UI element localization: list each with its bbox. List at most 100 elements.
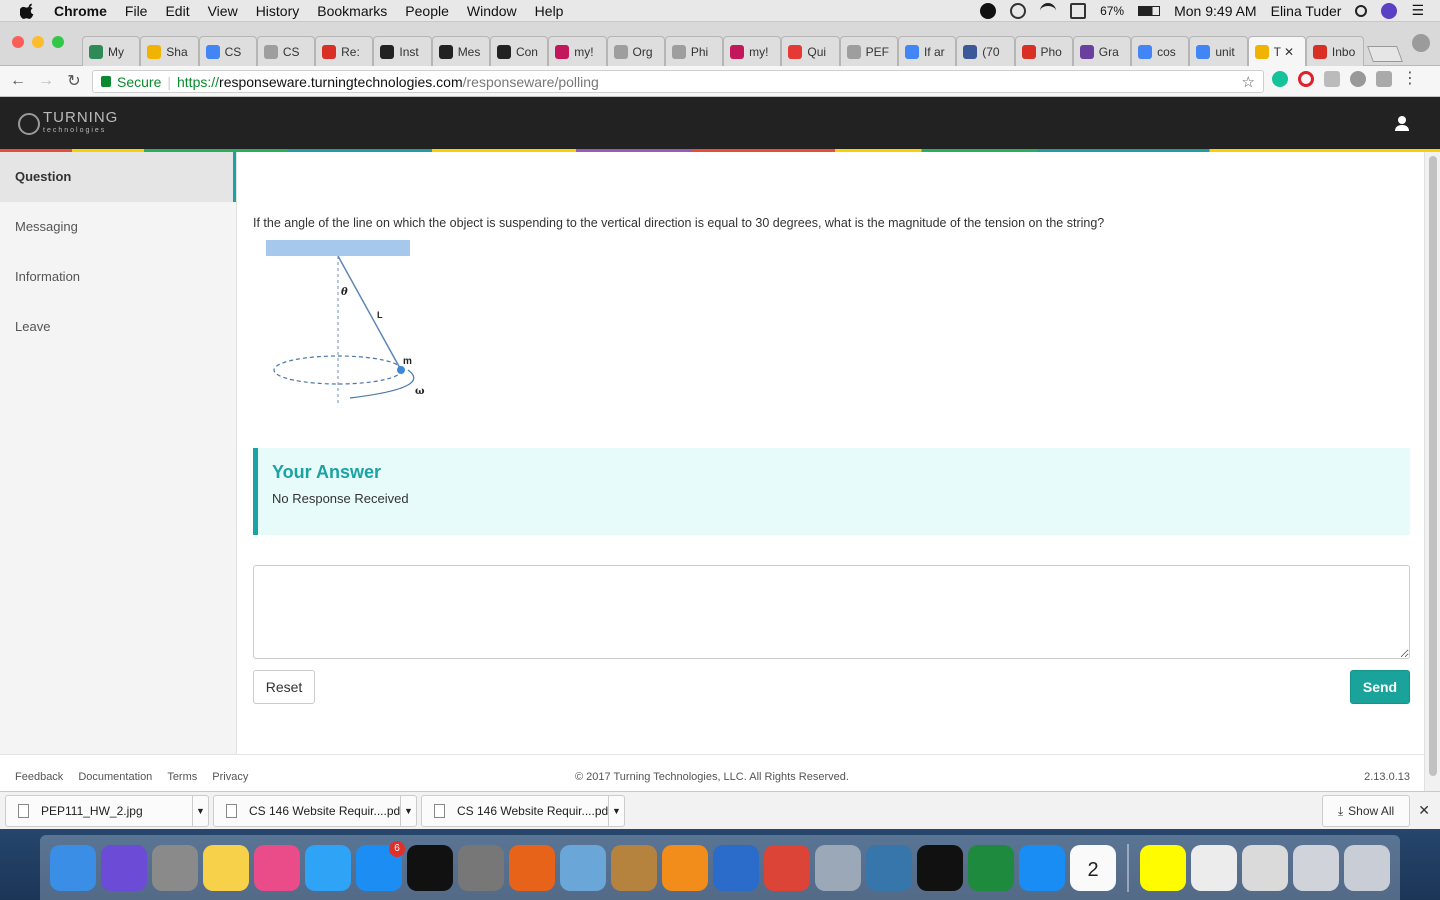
new-tab-button[interactable] [1367,46,1403,62]
photos-icon[interactable] [815,844,861,891]
sidebar-item-question[interactable]: Question [0,152,236,202]
trash-icon[interactable] [1344,844,1390,891]
back-arrow-icon[interactable]: ← [8,72,28,90]
page-scrollbar[interactable] [1424,152,1440,791]
app-store-icon[interactable]: 6 [356,840,405,891]
snapchat-icon[interactable] [1140,844,1186,891]
siri-menu-icon[interactable] [1381,2,1398,19]
calculator-icon[interactable] [152,844,198,891]
vlc-icon[interactable] [662,844,708,891]
browser-tab[interactable]: my! [548,36,607,66]
footer-link-privacy[interactable]: Privacy [212,771,248,783]
browser-tab[interactable]: Inst [373,36,432,66]
browser-tab[interactable]: My [82,36,141,66]
safari-icon[interactable] [1019,844,1065,891]
menu-window[interactable]: Window [467,3,517,19]
python-icon[interactable] [866,844,912,891]
pocket-extension-icon[interactable] [1376,71,1392,87]
itunes-icon[interactable] [254,844,300,891]
download-item[interactable]: CS 146 Website Requir....pdf ▼ [213,795,417,827]
browser-tab[interactable]: Sha [140,36,199,66]
close-tab-icon[interactable]: ✕ [1284,45,1294,59]
browser-tab[interactable]: (70 [956,36,1015,66]
sidebar-item-information[interactable]: Information [0,252,236,302]
excel-icon[interactable] [968,844,1014,891]
browser-tab[interactable]: T ✕ [1247,36,1306,66]
system-preferences-icon[interactable] [458,844,504,891]
menu-help[interactable]: Help [535,3,564,19]
chevron-down-icon[interactable]: ▼ [400,796,416,826]
download-item[interactable]: CS 146 Website Requir....pdf ▼ [421,795,625,827]
browser-tab[interactable]: CS [198,36,257,66]
messages-icon[interactable] [305,844,351,891]
footer-link-documentation[interactable]: Documentation [78,771,152,783]
browser-tab[interactable]: Qui [781,36,840,66]
browser-tab[interactable]: my! [723,36,782,66]
folder-stack-icon[interactable] [1293,844,1339,891]
siri-icon[interactable] [101,844,147,891]
screenshot-icon[interactable] [1242,844,1288,891]
browser-tab[interactable]: If ar [897,36,957,66]
browser-tab[interactable]: Con [489,36,549,66]
browser-tab[interactable]: cos [1131,36,1190,66]
footer-link-feedback[interactable]: Feedback [15,771,63,783]
document-icon[interactable] [1191,844,1237,891]
browser-tab[interactable]: Phi [664,36,724,66]
browser-tab[interactable]: Re: [315,36,374,66]
terminal-icon[interactable] [917,844,963,891]
word-icon[interactable] [713,844,759,891]
close-download-shelf-icon[interactable]: ✕ [1418,802,1430,819]
firefox-icon[interactable] [509,844,555,891]
bookmark-star-icon[interactable]: ☆ [1242,73,1255,91]
footer-link-terms[interactable]: Terms [167,771,197,783]
minimize-window-button[interactable] [32,36,44,48]
apple-icon[interactable] [20,3,36,19]
menu-bookmarks[interactable]: Bookmarks [317,3,387,19]
chrome-profile-icon[interactable] [1412,34,1430,52]
spotlight-icon[interactable] [1355,4,1368,17]
menu-history[interactable]: History [256,3,300,19]
user-account-icon[interactable] [1394,115,1410,131]
sidebar-item-leave[interactable]: Leave [0,302,236,352]
chevron-down-icon[interactable]: ▼ [192,796,208,826]
reload-icon[interactable]: ↻ [64,71,84,91]
sidebar-item-messaging[interactable]: Messaging [0,202,236,252]
browser-tab[interactable]: Org [606,36,665,66]
show-all-downloads-button[interactable]: ⤓ Show All [1322,795,1410,827]
grammarly-extension-icon[interactable] [1272,71,1288,87]
status-dot-icon[interactable] [980,2,997,19]
browser-tab[interactable]: CS [256,36,316,66]
scrollbar-thumb[interactable] [1429,156,1437,776]
menu-user[interactable]: Elina Tuder [1271,3,1342,19]
calendar-icon[interactable]: 2 [1070,844,1116,891]
chrome-menu-icon[interactable]: ⋮ [1402,71,1418,87]
close-window-button[interactable] [12,36,24,48]
pinterest-extension-icon[interactable] [1350,71,1366,87]
menu-people[interactable]: People [405,3,449,19]
menu-clock[interactable]: Mon 9:49 AM [1174,3,1257,19]
browser-tab[interactable]: Mes [431,36,490,66]
turning-logo[interactable]: TURNING technologies [18,110,118,137]
extension-icon[interactable] [1324,71,1340,87]
reset-button[interactable]: Reset [253,670,315,704]
browser-tab[interactable]: unit [1189,36,1248,66]
download-item[interactable]: PEP111_HW_2.jpg ▼ [5,795,209,827]
browser-tab[interactable]: Pho [1014,36,1073,66]
activity-monitor-icon[interactable] [407,844,453,891]
browser-tab[interactable]: Gra [1072,36,1132,66]
menu-view[interactable]: View [208,3,238,19]
browser-tab[interactable]: Inbo [1305,36,1365,66]
menu-edit[interactable]: Edit [165,3,189,19]
response-textarea[interactable] [253,565,1410,659]
wifi-icon[interactable] [1040,2,1057,19]
preview-icon[interactable] [560,844,606,891]
notes-icon[interactable] [203,844,249,891]
finder-icon[interactable] [50,844,96,891]
forward-arrow-icon[interactable]: → [36,72,56,90]
menu-file[interactable]: File [125,3,148,19]
contacts-icon[interactable] [611,844,657,891]
time-machine-icon[interactable] [1010,2,1027,19]
opera-extension-icon[interactable] [1298,71,1314,87]
menu-app-name[interactable]: Chrome [54,3,107,19]
address-bar[interactable]: Secure | https://responseware.turningtec… [92,70,1264,93]
